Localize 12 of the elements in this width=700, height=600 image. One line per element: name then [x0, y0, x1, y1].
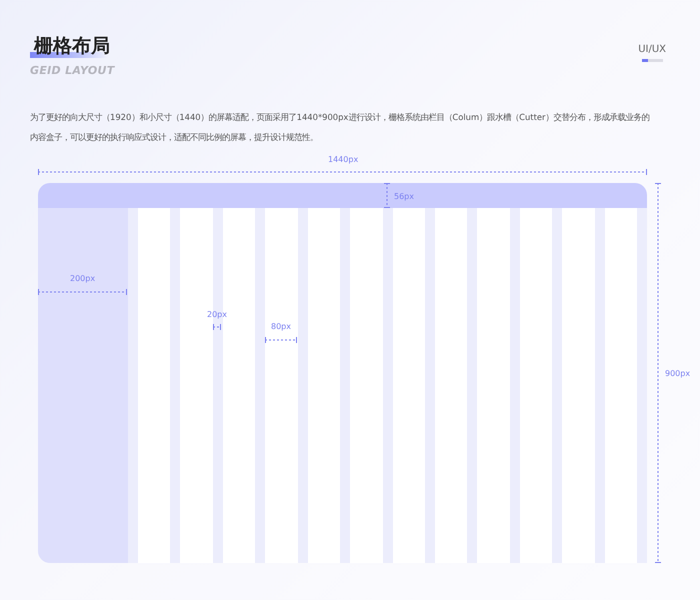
page-subtitle: GEID LAYOUT — [30, 64, 115, 77]
dimension-line — [262, 337, 300, 343]
dimension-line — [384, 180, 390, 211]
dimension-label: 80px — [271, 322, 291, 331]
dimension-label: 900px — [665, 369, 690, 378]
dimension-label: 1440px — [328, 155, 358, 164]
description-text: 为了更好的向大尺寸（1920）和小尺寸（1440）的屏幕适配，页面采用了1440*900px进行设计，栅格系统由栏目（Colum）跟水槽（Cutter）交替分布，形成承载业务的内容盒子，可以更好的执行响应式设计，适配不同比例的屏幕，提升设计规范性。 — [30, 111, 650, 144]
category-tag: UI/UX — [638, 44, 666, 55]
dimension-line — [210, 324, 224, 330]
dimension-label: 56px — [394, 192, 414, 201]
dimension-label: 200px — [70, 274, 96, 283]
dimension-label: 20px — [207, 310, 227, 319]
